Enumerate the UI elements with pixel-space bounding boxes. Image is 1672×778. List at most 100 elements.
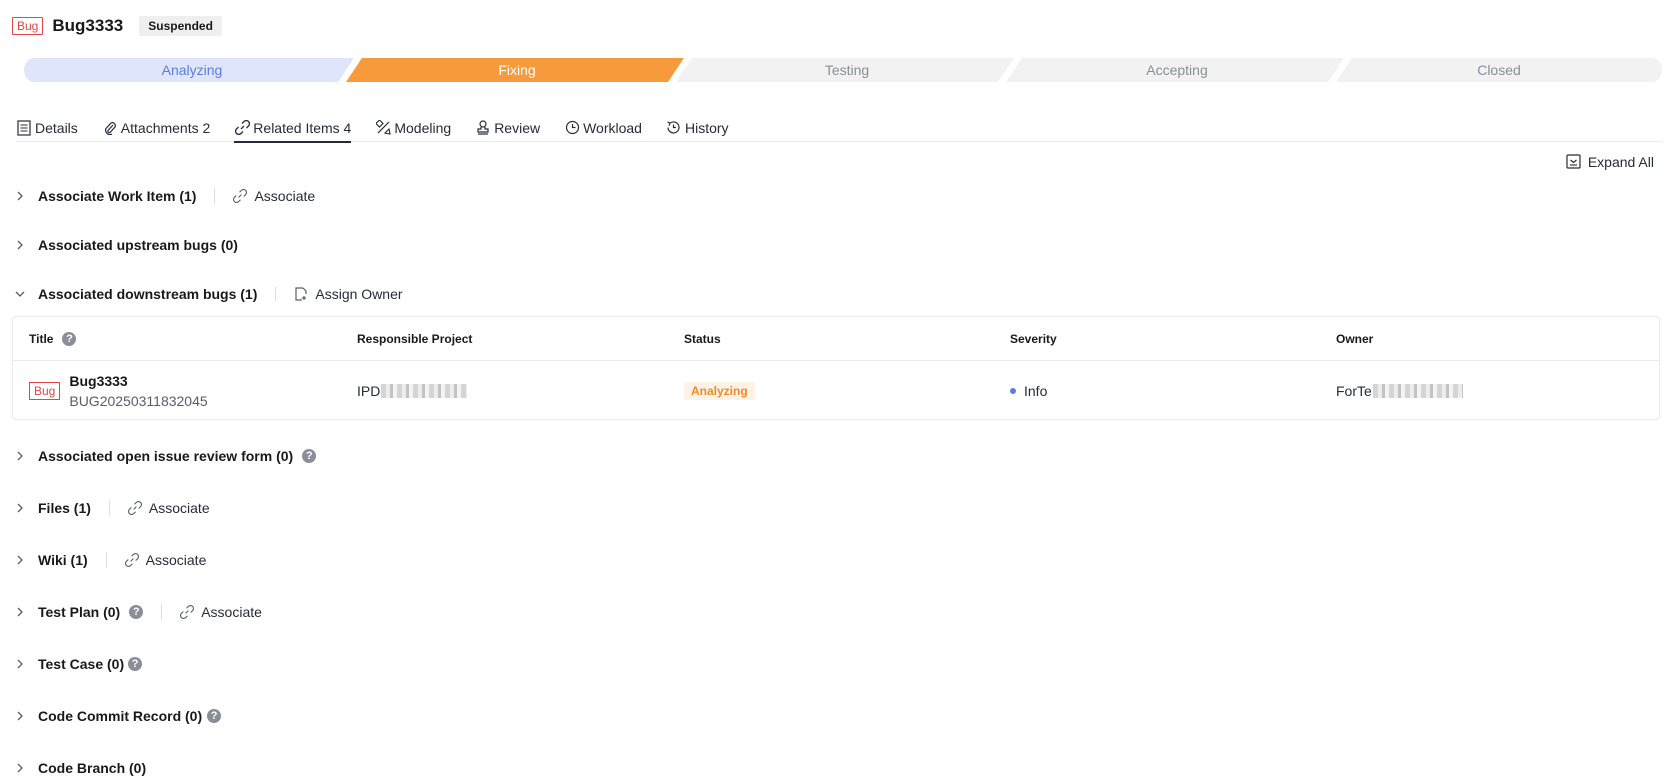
help-icon[interactable]: ? (62, 332, 77, 346)
status-badge: Suspended (139, 16, 222, 36)
bug-type-tag: Bug (29, 382, 61, 400)
chevron-right-icon[interactable] (14, 658, 26, 670)
step-fixing[interactable]: Fixing (354, 58, 680, 82)
paperclip-icon (102, 120, 118, 136)
section-code-branch: Code Branch (0) (14, 757, 146, 778)
section-title[interactable]: Associated open issue review form (0) (38, 448, 293, 464)
column-status: Status (684, 332, 721, 346)
bug-type-tag: Bug (12, 17, 44, 35)
section-upstream-bugs: Associated upstream bugs (0) (14, 234, 238, 256)
chevron-right-icon[interactable] (14, 762, 26, 774)
chevron-down-icon[interactable] (14, 288, 26, 300)
section-title[interactable]: Associate Work Item (1) (38, 188, 196, 204)
divider (105, 553, 107, 567)
chevron-right-icon[interactable] (14, 239, 26, 251)
associate-button[interactable]: Associate (124, 552, 207, 568)
cell-owner: ForTe (1336, 361, 1463, 421)
link-icon (180, 605, 195, 619)
tab-history[interactable]: History (666, 114, 729, 141)
chevron-right-icon[interactable] (14, 190, 26, 202)
work-item-header: Bug Bug3333 Suspended (12, 14, 222, 38)
link-icon (234, 120, 250, 136)
step-closed[interactable]: Closed (1344, 58, 1654, 82)
associate-label: Associate (254, 188, 316, 204)
project-name: IPD (357, 383, 381, 399)
section-title[interactable]: Associated upstream bugs (0) (38, 237, 238, 253)
page-title: Bug3333 (52, 16, 124, 35)
row-id: BUG20250311832045 (69, 393, 208, 409)
section-files: Files (1) Associate (14, 497, 210, 519)
cell-severity: Info (1010, 361, 1047, 421)
section-title[interactable]: Test Plan (0) (38, 604, 120, 620)
tab-modeling[interactable]: Modeling (375, 114, 451, 141)
owner-name[interactable]: ForTe (1336, 383, 1372, 399)
expand-all-button[interactable]: Expand All (1566, 154, 1654, 170)
section-title[interactable]: Test Case (0) (38, 656, 124, 672)
tab-workload[interactable]: Workload (564, 114, 642, 141)
status-badge: Analyzing (684, 382, 755, 400)
associate-button[interactable]: Associate (180, 604, 262, 620)
downstream-bugs-table: Title ? Responsible Project Status Sever… (12, 316, 1660, 420)
chevron-right-icon[interactable] (14, 554, 26, 566)
stamp-icon (475, 120, 491, 136)
document-list-icon (16, 119, 32, 136)
associate-label: Associate (145, 552, 207, 568)
help-icon[interactable]: ? (302, 449, 317, 463)
step-accepting[interactable]: Accepting (1014, 58, 1340, 82)
tab-label: Related Items 4 (253, 119, 352, 136)
history-icon (666, 120, 682, 136)
tab-review[interactable]: Review (475, 114, 540, 141)
tab-label: Review (494, 119, 541, 136)
tab-label: Details (35, 119, 78, 136)
step-analyzing[interactable]: Analyzing (34, 58, 350, 82)
step-testing[interactable]: Testing (684, 58, 1010, 82)
section-downstream-bugs: Associated downstream bugs (1) Assign Ow… (14, 283, 403, 305)
column-responsible-project: Responsible Project (357, 332, 473, 346)
detail-tabs: Details Attachments 2 Related Items 4 Mo… (16, 114, 1662, 143)
modeling-icon (375, 120, 391, 136)
section-title[interactable]: Code Branch (0) (38, 760, 146, 776)
chevron-right-icon[interactable] (14, 606, 26, 618)
section-test-case: Test Case (0) ? (14, 653, 143, 675)
link-icon (124, 553, 139, 567)
severity-dot-icon (1010, 388, 1016, 394)
chevron-right-icon[interactable] (14, 450, 26, 462)
associate-button[interactable]: Associate (233, 188, 315, 204)
chevron-right-icon[interactable] (14, 502, 26, 514)
section-title[interactable]: Wiki (1) (38, 552, 88, 568)
tab-label: History (684, 119, 729, 136)
assign-owner-label: Assign Owner (315, 286, 403, 302)
section-wiki: Wiki (1) Associate (14, 549, 206, 571)
section-title[interactable]: Files (1) (38, 500, 91, 516)
column-owner: Owner (1336, 332, 1374, 346)
column-severity: Severity (1010, 332, 1057, 346)
associate-label: Associate (148, 500, 210, 516)
help-icon[interactable]: ? (207, 709, 222, 723)
tab-details[interactable]: Details (16, 114, 78, 141)
associate-button[interactable]: Associate (127, 500, 210, 516)
expand-all-icon (1566, 154, 1582, 170)
tab-label: Workload (583, 119, 642, 136)
section-test-plan: Test Plan (0) ? Associate (14, 601, 262, 623)
severity-label: Info (1024, 383, 1048, 399)
row-title-link[interactable]: Bug3333 (69, 371, 207, 391)
redacted-text (1372, 384, 1463, 398)
help-icon[interactable]: ? (128, 657, 143, 671)
tab-related-items[interactable]: Related Items 4 (234, 114, 352, 143)
tab-label: Attachments 2 (120, 119, 211, 136)
section-code-commit: Code Commit Record (0) ? (14, 705, 222, 727)
section-work-item: Associate Work Item (1) Associate (14, 185, 315, 207)
associate-label: Associate (201, 604, 262, 620)
assign-owner-icon (294, 287, 308, 301)
help-icon[interactable]: ? (129, 605, 144, 619)
section-title[interactable]: Code Commit Record (0) (38, 708, 202, 724)
table-header: Title ? Responsible Project Status Sever… (13, 317, 1659, 361)
assign-owner-button[interactable]: Assign Owner (294, 286, 403, 302)
divider (108, 501, 110, 515)
column-title: Title ? (29, 317, 77, 361)
section-review-form: Associated open issue review form (0) ? (14, 445, 317, 467)
tab-attachments[interactable]: Attachments 2 (102, 114, 211, 141)
chevron-right-icon[interactable] (14, 710, 26, 722)
section-title[interactable]: Associated downstream bugs (1) (38, 286, 257, 302)
cell-project: IPD (357, 361, 468, 421)
